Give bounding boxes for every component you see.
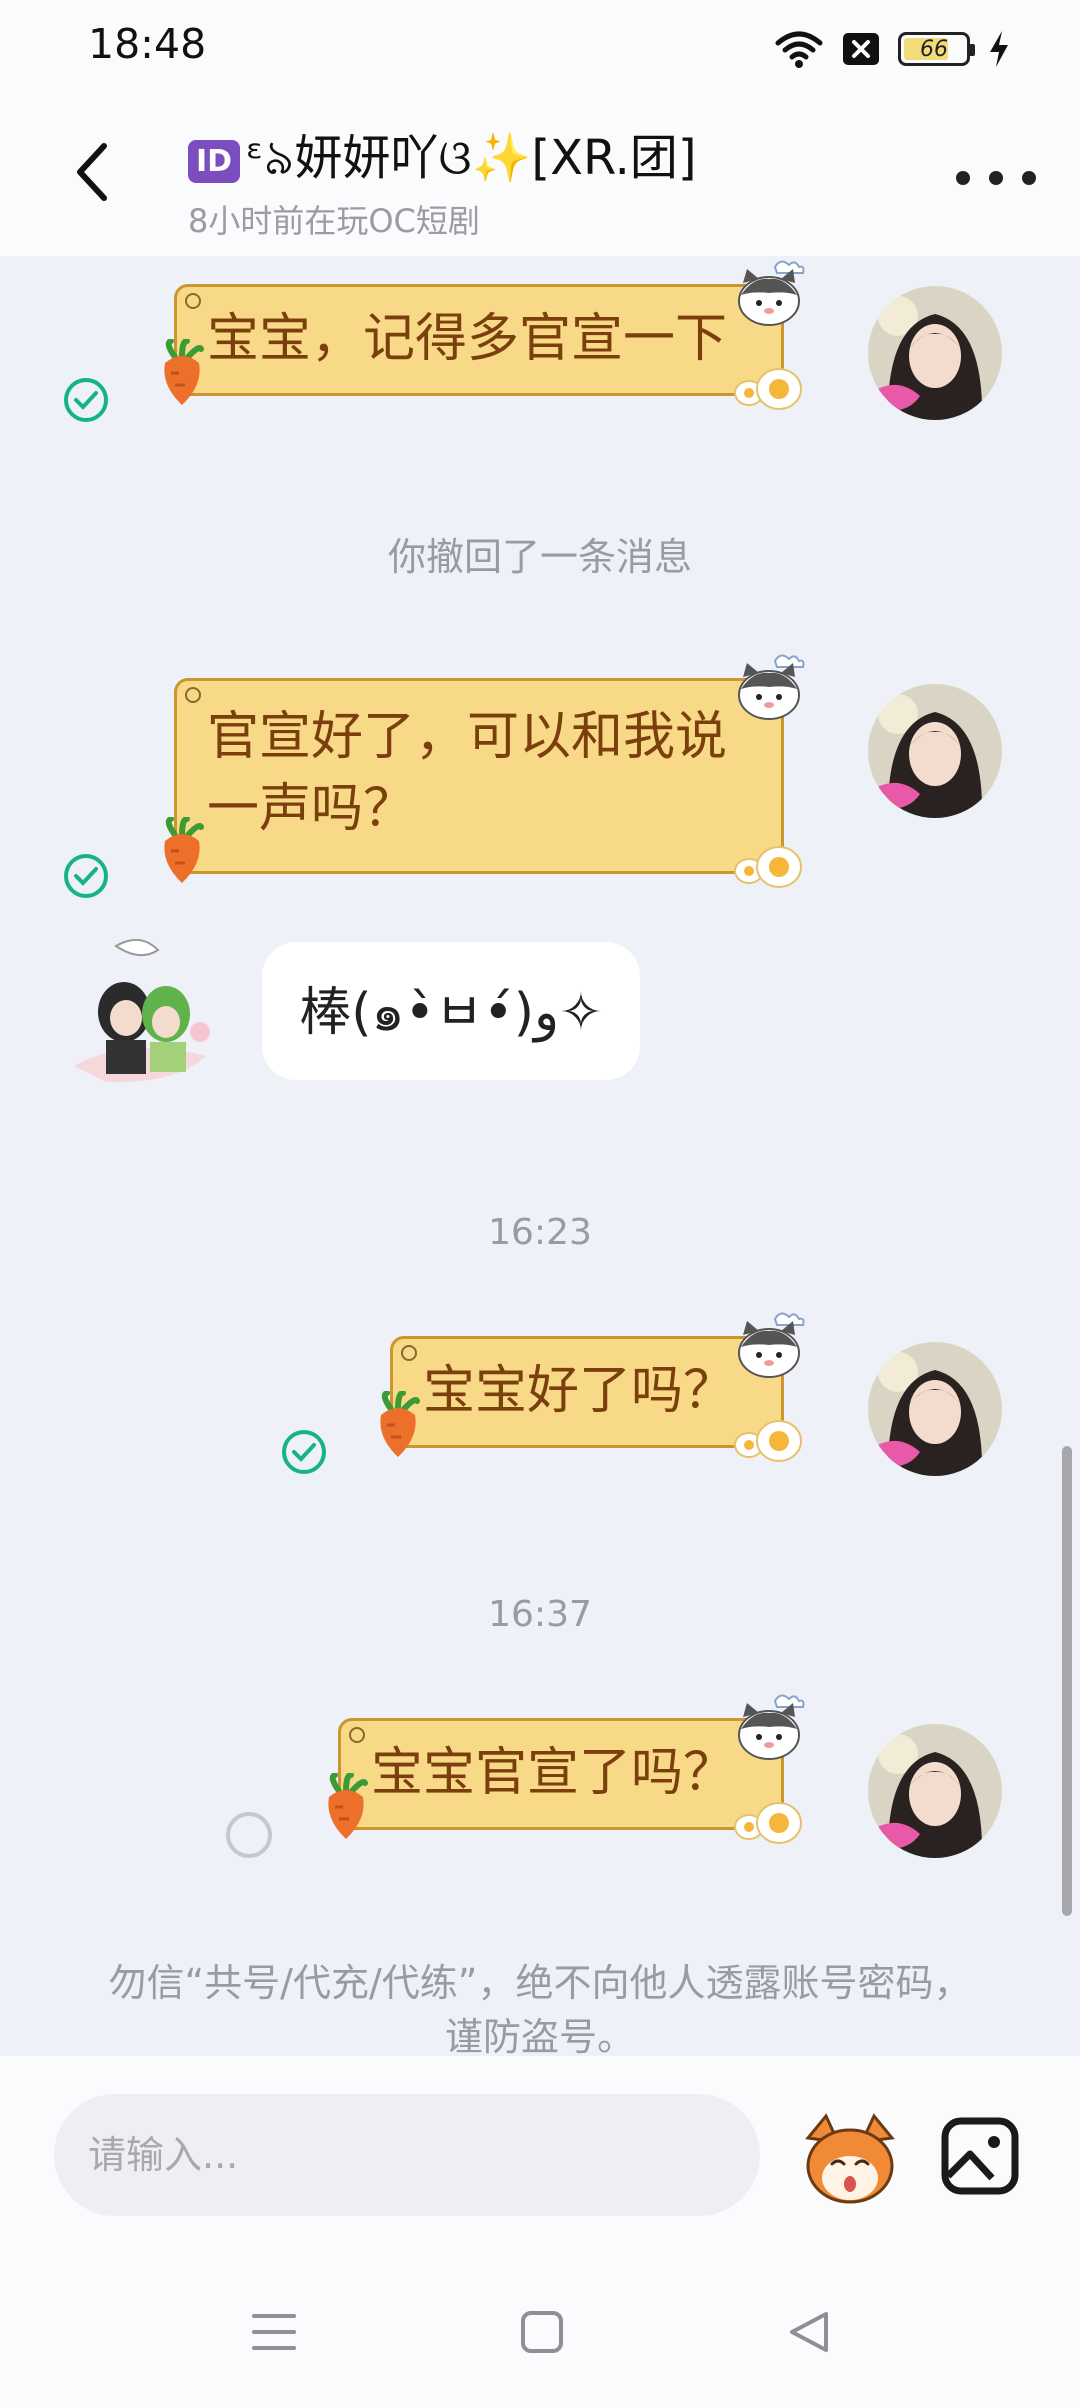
cat-sticker-icon — [738, 260, 805, 326]
more-options-button[interactable] — [956, 158, 1036, 198]
battery-icon: 66 — [898, 32, 975, 66]
message-text: 棒(๑•̀ㅂ•́)و✧ — [299, 982, 603, 1043]
more-dot — [989, 171, 1003, 185]
emoji-button[interactable] — [798, 2108, 902, 2212]
carrot-icon — [164, 339, 204, 405]
sending-status-icon — [226, 1812, 272, 1858]
message-text: 官宣好了，可以和我说一声吗？ — [207, 707, 728, 839]
battery-level: 66 — [920, 36, 948, 62]
message-text: 宝宝好了吗？ — [423, 1361, 736, 1421]
status-icons: 66 — [774, 26, 1010, 72]
status-time: 18:48 — [88, 20, 207, 68]
contact-name-text: ᵋ৯妍妍吖ଓ✨[XR.团] — [246, 130, 697, 186]
message-bubble-sent[interactable]: 官宣好了，可以和我说一声吗？ — [164, 654, 805, 888]
message-text: 宝宝官宣了吗？ — [371, 1743, 736, 1803]
message-input-container[interactable] — [54, 2094, 760, 2216]
cat-sticker-icon — [738, 1312, 805, 1378]
system-message: 你撤回了一条消息 — [387, 535, 692, 579]
id-badge-icon: ID — [188, 139, 241, 183]
menu-icon — [252, 2314, 296, 2350]
chevron-left-icon — [77, 143, 107, 201]
egg-icon — [734, 1802, 802, 1844]
message-bubble-received[interactable]: 棒(๑•̀ㅂ•́)و✧ — [262, 942, 640, 1080]
bubble-tag-icon — [185, 687, 201, 703]
sim-blocked-icon — [843, 33, 879, 65]
image-icon — [941, 2117, 1019, 2195]
charging-icon — [990, 31, 1008, 67]
cat-sticker-icon — [738, 654, 805, 720]
chat-message-list[interactable]: 宝宝，记得多官宣一下 你撤回了一条消息 官宣好了，可以和我说一声吗？ 棒(๑•̀… — [0, 256, 1080, 2056]
carrot-icon — [164, 817, 204, 883]
nav-menu-button[interactable] — [242, 2304, 306, 2360]
read-check-icon — [280, 1428, 328, 1476]
wifi-icon — [775, 31, 823, 68]
message-bubble-sent[interactable]: 宝宝，记得多官宣一下 — [164, 260, 805, 410]
carrot-icon — [328, 1773, 368, 1839]
bubble-tag-icon — [401, 1345, 417, 1361]
timestamp-label: 16:37 — [488, 1594, 592, 1635]
bubble-tag-icon — [349, 1727, 365, 1743]
my-avatar[interactable] — [868, 1724, 1002, 1858]
my-avatar[interactable] — [868, 286, 1002, 420]
my-avatar[interactable] — [868, 1342, 1002, 1476]
cat-sticker-icon — [738, 1694, 805, 1760]
my-avatar[interactable] — [868, 684, 1002, 818]
message-bubble-sent[interactable]: 宝宝官宣了吗？ — [328, 1694, 805, 1844]
triangle-back-icon — [790, 2312, 828, 2352]
read-check-icon — [62, 376, 110, 424]
bubble-tag-icon — [185, 293, 201, 309]
timestamp-label: 16:23 — [488, 1212, 592, 1253]
contact-status: 8小时前在玩OC短剧 — [188, 202, 480, 240]
security-notice: 勿信“共号/代充/代练”，绝不向他人透露账号密码，谨防盗号。 — [108, 1961, 972, 2056]
egg-icon — [734, 1420, 802, 1462]
carrot-icon — [380, 1391, 420, 1457]
read-check-icon — [62, 852, 110, 900]
nav-back-button[interactable] — [778, 2304, 842, 2360]
back-button[interactable] — [60, 140, 124, 204]
image-button[interactable] — [940, 2116, 1020, 2196]
system-nav-bar — [0, 2256, 1080, 2408]
message-text: 宝宝，记得多官宣一下 — [207, 309, 728, 369]
fox-emoji-icon — [805, 2113, 895, 2204]
more-dot — [956, 171, 970, 185]
status-bar: 18:48 66 — [0, 0, 1080, 96]
square-home-icon — [521, 2311, 563, 2353]
egg-icon — [734, 846, 802, 888]
egg-icon — [734, 368, 802, 410]
contact-name[interactable]: ID ᵋ৯妍妍吖ଓ✨[XR.团] — [188, 118, 697, 201]
chat-header: ID ᵋ৯妍妍吖ଓ✨[XR.团] 8小时前在玩OC短剧 — [0, 96, 1080, 256]
contact-avatar[interactable] — [66, 936, 216, 1086]
more-dot — [1022, 171, 1036, 185]
chat-scrollbar[interactable] — [1062, 1446, 1072, 1916]
message-input[interactable] — [86, 2132, 730, 2178]
nav-home-button[interactable] — [510, 2304, 574, 2360]
input-bar — [0, 2056, 1080, 2256]
message-bubble-sent[interactable]: 宝宝好了吗？ — [380, 1312, 805, 1462]
